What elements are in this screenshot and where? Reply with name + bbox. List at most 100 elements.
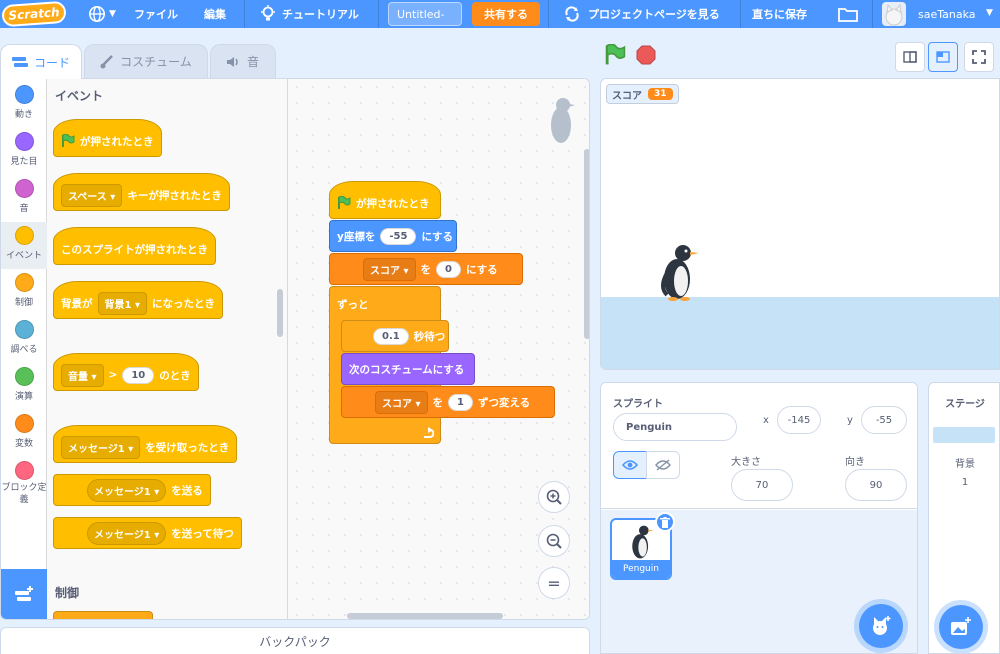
backdrop-thumbnail[interactable]	[933, 427, 995, 443]
category-operators[interactable]: 演算	[1, 367, 47, 402]
message-dropdown[interactable]: メッセージ1 ▾	[87, 478, 167, 502]
menu-divider	[378, 0, 379, 28]
file-menu[interactable]: ファイル	[126, 0, 186, 28]
delete-sprite-button[interactable]	[655, 512, 675, 532]
sprite-name-input[interactable]: Penguin	[613, 413, 737, 441]
choose-backdrop-button[interactable]	[939, 605, 983, 649]
message-dropdown[interactable]: メッセージ1 ▾	[61, 435, 141, 459]
block-when-loudness[interactable]: 音量 ▾ > 10 のとき	[53, 353, 199, 391]
category-label: 動き	[14, 110, 33, 120]
folder-icon	[838, 8, 858, 22]
script-horizontal-scrollbar[interactable]	[347, 613, 503, 619]
script-when-flag-clicked[interactable]: が押されたとき	[329, 181, 441, 219]
block-when-flag-clicked[interactable]: が押されたとき	[53, 119, 162, 157]
category-dot	[14, 85, 34, 104]
set-value-input[interactable]: 0	[436, 260, 461, 278]
variable-dropdown[interactable]: スコア ▾	[375, 390, 428, 414]
size-label: 大きさ	[731, 457, 761, 468]
stop-button[interactable]	[636, 45, 658, 67]
save-now-button[interactable]: 直ちに保存	[744, 0, 815, 28]
tab-costumes[interactable]: コスチューム	[84, 44, 208, 78]
x-input[interactable]: -145	[777, 406, 821, 434]
choose-sprite-button[interactable]	[859, 604, 903, 648]
size-input[interactable]: 70	[731, 469, 793, 501]
paintbrush-icon	[100, 54, 114, 68]
category-dot	[14, 273, 34, 292]
direction-input[interactable]: 90	[845, 469, 907, 501]
category-dot	[14, 414, 34, 433]
variable-dropdown[interactable]: スコア ▾	[363, 257, 416, 281]
loudness-dropdown[interactable]: 音量 ▾	[61, 363, 104, 387]
block-when-backdrop-switches[interactable]: 背景が 背景1 ▾ になったとき	[53, 281, 223, 319]
see-project-page-button[interactable]: プロジェクトページを見る	[556, 0, 728, 28]
penguin-sprite[interactable]	[657, 243, 703, 301]
normal-stage-button[interactable]	[928, 42, 958, 72]
palette-scrollbar[interactable]	[277, 289, 283, 337]
edit-menu[interactable]: 編集	[196, 0, 234, 28]
language-menu[interactable]: ▼	[80, 0, 124, 28]
category-motion[interactable]: 動き	[1, 85, 47, 120]
stage-canvas[interactable]: スコア 31	[600, 78, 1000, 370]
penguin-thumbnail	[632, 525, 654, 559]
block-when-sprite-clicked[interactable]: このスプライトが押されたとき	[53, 227, 216, 265]
username-label[interactable]: saeTanaka	[910, 0, 984, 28]
y-input[interactable]: -55	[861, 406, 907, 434]
variable-monitor[interactable]: スコア 31	[606, 84, 679, 104]
tab-code[interactable]: コード	[0, 44, 82, 79]
category-sound[interactable]: 音	[1, 179, 47, 214]
cat-plus-icon	[873, 616, 891, 635]
script-next-costume[interactable]: 次のコスチュームにする	[341, 353, 475, 385]
category-sensing[interactable]: 調べる	[1, 320, 47, 355]
script-vertical-scrollbar[interactable]	[584, 149, 589, 339]
category-dot	[14, 132, 34, 151]
sprite-list: Penguin	[601, 510, 917, 653]
block-text: が押されたとき	[356, 197, 430, 210]
hide-sprite-button[interactable]	[646, 451, 680, 479]
script-set-variable[interactable]: スコア ▾ を 0 にする	[329, 253, 523, 285]
fullscreen-button[interactable]	[964, 42, 994, 72]
block-text: 秒待つ	[413, 330, 446, 343]
script-set-y[interactable]: y座標を -55 にする	[329, 220, 457, 252]
code-blocks-icon	[11, 57, 28, 67]
block-broadcast-and-wait[interactable]: メッセージ1 ▾ を送って待つ	[53, 517, 242, 549]
green-flag-icon	[338, 196, 351, 209]
share-button[interactable]: 共有する	[472, 2, 540, 26]
avatar[interactable]	[882, 2, 906, 26]
backdrop-dropdown[interactable]: 背景1 ▾	[97, 291, 147, 315]
y-value-input[interactable]: -55	[380, 227, 417, 245]
block-when-receive[interactable]: メッセージ1 ▾ を受け取ったとき	[53, 425, 238, 463]
script-area[interactable]: が押されたとき y座標を -55 にする スコア ▾ を 0 にする ずっと 0…	[289, 79, 589, 619]
green-flag-button[interactable]	[604, 43, 628, 68]
trash-icon	[660, 516, 670, 528]
zoom-out-button[interactable]	[538, 525, 570, 557]
change-value-input[interactable]: 1	[448, 393, 473, 411]
block-when-key-pressed[interactable]: スペース ▾ キーが押されたとき	[53, 173, 230, 211]
chevron-down-icon[interactable]: ▼	[986, 8, 993, 18]
category-control[interactable]: 制御	[1, 273, 47, 308]
key-dropdown[interactable]: スペース ▾	[61, 183, 123, 207]
my-stuff-button[interactable]	[830, 0, 866, 28]
category-variables[interactable]: 変数	[1, 414, 47, 449]
monitor-value: 31	[648, 88, 673, 100]
add-extension-button[interactable]	[1, 569, 47, 619]
show-sprite-button[interactable]	[613, 451, 647, 479]
project-title-input[interactable]: Untitled-	[388, 2, 462, 26]
message-dropdown[interactable]: メッセージ1 ▾	[87, 521, 167, 545]
category-looks[interactable]: 見た目	[1, 132, 47, 167]
category-events[interactable]: イベント	[1, 222, 47, 269]
wait-seconds-input[interactable]: 0.1	[373, 327, 409, 345]
category-my-blocks[interactable]: ブロック定義	[1, 461, 47, 506]
loudness-input[interactable]: 10	[122, 366, 155, 384]
zoom-reset-button[interactable]: =	[538, 567, 570, 599]
tutorials-menu[interactable]: チュートリアル	[252, 0, 367, 28]
script-change-variable[interactable]: スコア ▾ を 1 ずつ変える	[341, 386, 555, 418]
small-stage-button[interactable]	[895, 42, 925, 72]
backpack[interactable]: バックパック	[0, 627, 590, 654]
zoom-in-button[interactable]	[538, 481, 570, 513]
scratch-logo[interactable]: Scratch	[1, 0, 67, 28]
stage-target-pane[interactable]: ステージ 背景 1	[928, 382, 1000, 654]
control-block-partial[interactable]	[53, 611, 153, 619]
block-broadcast[interactable]: メッセージ1 ▾ を送る	[53, 474, 211, 506]
tab-sounds[interactable]: 音	[210, 44, 276, 78]
script-wait[interactable]: 0.1 秒待つ	[341, 320, 449, 352]
